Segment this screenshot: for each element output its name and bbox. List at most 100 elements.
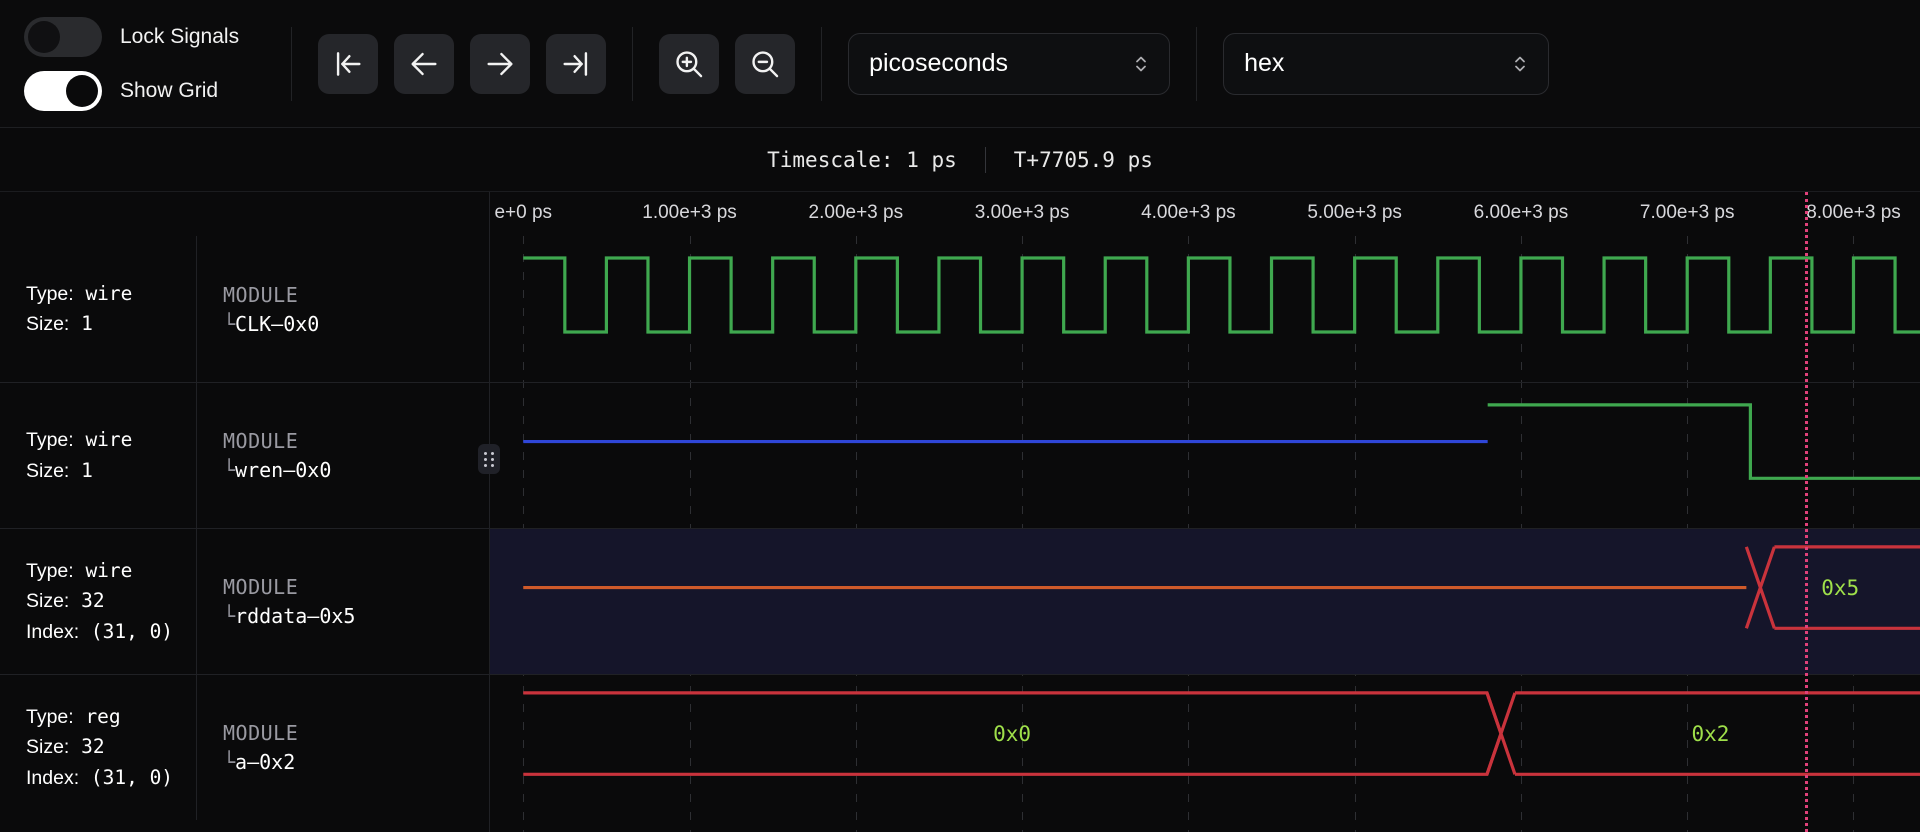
show-grid-toggle-row[interactable]: Show Grid [24, 70, 239, 111]
time-tick-label: 7.00e+3 ps [1639, 202, 1735, 223]
signal-index: Index: (31, 0) [26, 765, 174, 789]
waveform-row[interactable] [490, 382, 1920, 528]
waveform-svg [523, 403, 1920, 480]
signal-dash: — [271, 311, 284, 336]
pane-resize-handle[interactable] [478, 444, 500, 474]
time-tick-label: 6.00e+3 ps [1473, 202, 1569, 223]
signal-row[interactable]: Type: wire Size: 32 Index: (31, 0) MODULE └r… [0, 528, 489, 674]
time-tick-label: 3.00e+3 ps [974, 202, 1070, 223]
signal-name-cell[interactable]: MODULE └CLK—0x0 [196, 236, 489, 382]
names-header-spacer [0, 192, 489, 236]
signal-meta: Type: wire Size: 1 [0, 279, 196, 340]
tree-branch-icon: └ [223, 458, 236, 482]
lock-signals-switch[interactable] [24, 16, 102, 57]
signal-value: 0x0 [295, 458, 332, 482]
chevron-updown-icon [1512, 53, 1528, 75]
signal-meta: Type: wire Size: 1 [0, 425, 196, 486]
waveform-svg [523, 691, 1920, 776]
signal-size: Size: 1 [26, 312, 93, 335]
zoom-button-group [659, 33, 796, 94]
waveform-viewer-app: Lock Signals Show Grid picoseconds hex T… [0, 0, 1920, 832]
tree-branch-icon: └ [223, 604, 236, 628]
time-unit-value: picoseconds [869, 49, 1009, 77]
magnifier-plus-icon [676, 50, 703, 77]
step-backward-button[interactable] [394, 33, 455, 94]
signal-row[interactable]: Type: wire Size: 1 MODULE └CLK—0x0 [0, 236, 489, 382]
bus-transition-marker [1485, 692, 1517, 775]
waveform-rows: 0x5 0x0 0x2 [490, 236, 1920, 832]
tree-branch-icon: └ [223, 311, 236, 336]
bus-value-label: 0x0 [993, 721, 1032, 746]
waveform-row[interactable] [490, 236, 1920, 382]
info-bar: Timescale: 1 ps T+7705.9 ps [0, 128, 1920, 192]
signal-name-cell[interactable]: MODULE └rddata—0x5 [196, 529, 489, 674]
tree-branch-icon: └ [223, 750, 236, 774]
step-forward-button[interactable] [470, 33, 531, 94]
signal-list-pane: Type: wire Size: 1 MODULE └CLK—0x0 Type: wir… [0, 192, 500, 832]
signal-dash: — [247, 750, 260, 774]
main-area: Type: wire Size: 1 MODULE └CLK—0x0 Type: wir… [0, 192, 1920, 832]
zoom-in-button[interactable] [659, 33, 720, 94]
signal-size: Size: 32 [26, 735, 105, 759]
info-divider [984, 146, 986, 173]
radix-select[interactable]: hex [1223, 32, 1550, 95]
signal-dash: — [307, 604, 320, 628]
signal-size: Size: 1 [26, 458, 93, 482]
time-tick-label: 5.00e+3 ps [1307, 202, 1402, 223]
lock-signals-label: Lock Signals [120, 24, 240, 48]
jump-to-end-icon [563, 51, 588, 76]
jump-to-end-button[interactable] [546, 33, 607, 94]
show-grid-switch[interactable] [24, 70, 102, 111]
magnifier-minus-icon [752, 50, 779, 77]
waveform-svg [523, 545, 1920, 630]
switch-knob [28, 20, 60, 53]
signal-row[interactable]: Type: reg Size: 32 Index: (31, 0) MODULE └a—… [0, 674, 489, 820]
arrow-right-icon [487, 52, 513, 75]
signal-value: 0x2 [259, 750, 296, 774]
module-label: MODULE [223, 575, 299, 599]
signal-leaf: └wren—0x0 [223, 458, 332, 482]
signal-leaf: └a—0x2 [223, 750, 296, 774]
arrow-left-icon [411, 52, 437, 75]
signal-name-cell[interactable]: MODULE └wren—0x0 [196, 383, 489, 528]
navigation-button-group [318, 33, 607, 94]
waveform-svg [523, 256, 1920, 334]
waveform-pane[interactable]: e+0 ps 1.00e+3 ps 2.00e+3 ps 3.00e+3 ps 4.00… [490, 192, 1920, 832]
toolbar-divider [632, 26, 634, 101]
grip-dots-icon [484, 451, 494, 467]
signal-type: Type: wire [26, 559, 133, 583]
signal-value: 0x0 [283, 311, 320, 336]
waveform-row[interactable]: 0x0 0x2 [490, 674, 1920, 820]
signal-row[interactable]: Type: wire Size: 1 MODULE └wren—0x0 [0, 382, 489, 528]
toolbar-divider [291, 26, 293, 101]
signal-type: Type: reg [26, 705, 121, 729]
zoom-out-button[interactable] [735, 33, 796, 94]
jump-to-start-icon [336, 51, 361, 76]
time-unit-select[interactable]: picoseconds [848, 32, 1171, 95]
jump-to-start-button[interactable] [318, 33, 379, 94]
module-label: MODULE [223, 429, 299, 453]
module-label: MODULE [223, 721, 299, 745]
digital-signal-path [1487, 403, 1920, 480]
signal-size: Size: 32 [26, 589, 105, 613]
toolbar-divider [1196, 26, 1198, 101]
time-tick-label: 4.00e+3 ps [1141, 202, 1236, 223]
bus-value-label: 0x5 [1821, 575, 1860, 600]
signal-name-cell[interactable]: MODULE └a—0x2 [196, 675, 489, 820]
toolbar: Lock Signals Show Grid picoseconds hex [0, 0, 1920, 128]
waveform-row[interactable]: 0x5 [490, 528, 1920, 674]
lock-signals-toggle-row[interactable]: Lock Signals [24, 16, 240, 57]
time-tick-label: 2.00e+3 ps [808, 202, 904, 223]
signal-leaf: └CLK—0x0 [223, 311, 320, 336]
cursor-time-label: T+7705.9 ps [1013, 147, 1153, 172]
radix-value: hex [1244, 49, 1285, 77]
signal-leaf: └rddata—0x5 [223, 604, 356, 628]
signal-meta: Type: reg Size: 32 Index: (31, 0) [0, 702, 196, 793]
timescale-label: Timescale: 1 ps [767, 147, 957, 172]
module-label: MODULE [223, 282, 299, 307]
switch-knob [66, 74, 98, 107]
time-tick-label: e+0 ps [494, 202, 553, 223]
time-ruler[interactable]: e+0 ps 1.00e+3 ps 2.00e+3 ps 3.00e+3 ps 4.00… [490, 192, 1920, 236]
time-tick-label: 1.00e+3 ps [642, 202, 737, 223]
chevron-updown-icon [1133, 53, 1149, 75]
